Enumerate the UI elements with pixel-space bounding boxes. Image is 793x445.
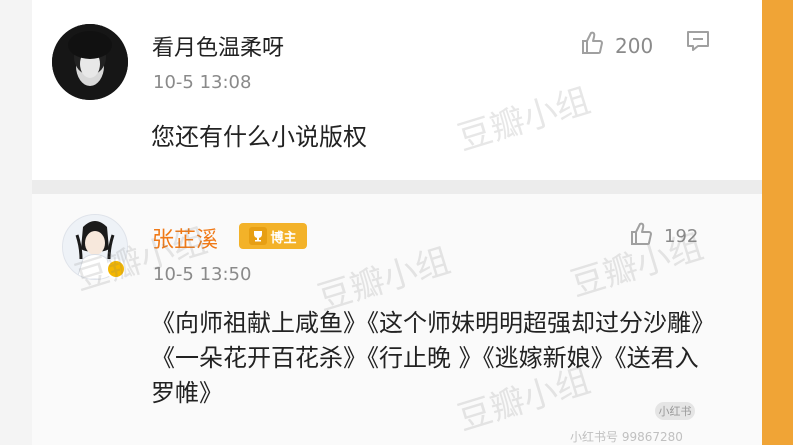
trophy-icon <box>249 227 268 245</box>
comment-card-1 <box>32 0 762 180</box>
like-count: 192 <box>664 226 699 247</box>
screenshot-frame: 看月色温柔呀 10-5 13:08 您还有什么小说版权 200 张芷溪 博主 1… <box>0 0 793 445</box>
like-button[interactable]: 200 <box>577 29 653 62</box>
like-button[interactable]: 192 <box>626 220 698 253</box>
author-badge: 博主 <box>239 223 307 249</box>
comment-time: 10-5 13:08 <box>153 72 252 93</box>
thumb-up-icon <box>626 220 654 253</box>
reply-time: 10-5 13:50 <box>153 264 252 285</box>
footer-watermark: 小红书号 99867280 <box>570 430 683 444</box>
verified-icon <box>106 259 126 279</box>
avatar-image <box>52 24 128 100</box>
reply-text: 《向师祖献上咸鱼》《这个师妹明明超强却过分沙雕》《一朵花开百花杀》《行止晚 》《… <box>151 309 703 407</box>
like-count: 200 <box>615 33 654 58</box>
overlay-badge: 小红书 <box>655 402 695 420</box>
comment-divider <box>32 180 762 194</box>
thumb-up-icon <box>577 29 605 62</box>
comment-icon[interactable] <box>684 29 712 53</box>
badge-label: 博主 <box>270 230 297 246</box>
author-username[interactable]: 张芷溪 <box>152 222 218 254</box>
comment-username[interactable]: 看月色温柔呀 <box>152 30 284 62</box>
avatar-commenter[interactable] <box>52 24 128 100</box>
comment-text: 您还有什么小说版权 <box>151 123 367 151</box>
